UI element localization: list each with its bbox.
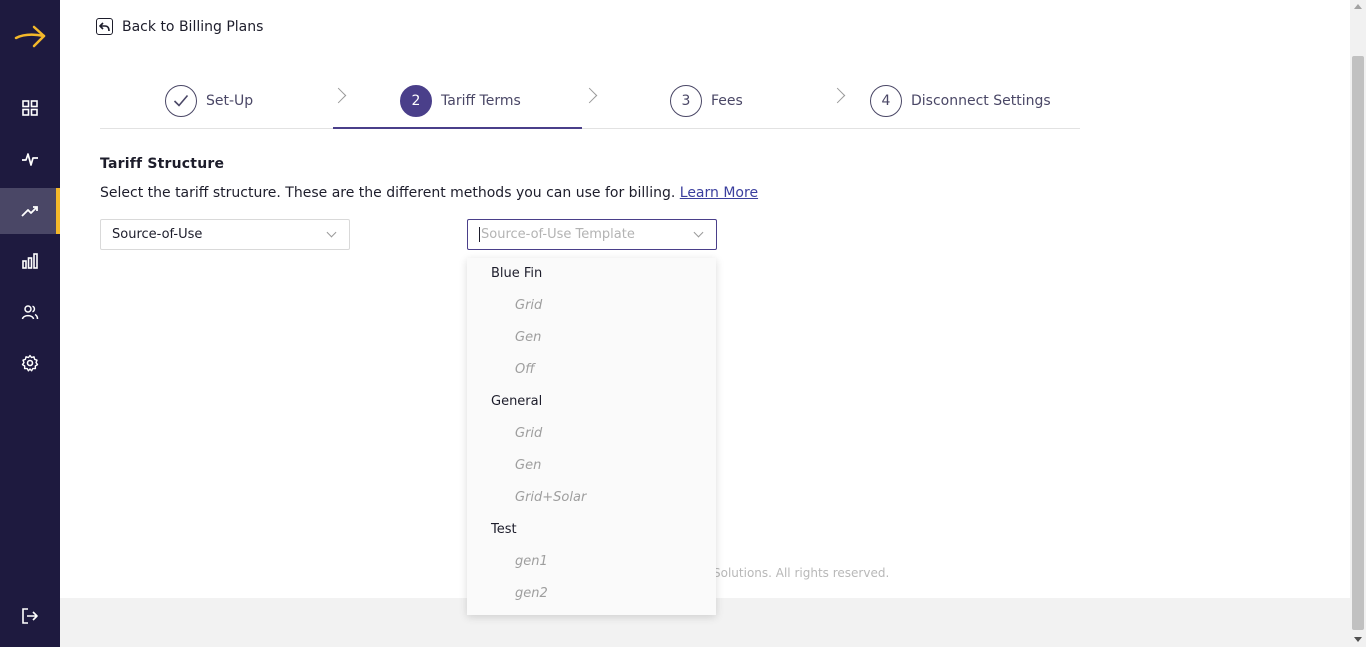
copyright-text: Solutions. All rights reserved. bbox=[713, 566, 890, 580]
grid-icon bbox=[22, 100, 38, 116]
back-link-label: Back to Billing Plans bbox=[122, 18, 264, 35]
option-group-label: General bbox=[491, 394, 543, 409]
check-icon bbox=[165, 85, 197, 117]
step-label: Disconnect Settings bbox=[911, 93, 1051, 109]
learn-more-link[interactable]: Learn More bbox=[680, 185, 758, 201]
dropdown-option[interactable]: Off bbox=[467, 354, 716, 386]
sidebar-item-activity[interactable] bbox=[0, 136, 60, 182]
section-title: Tariff Structure bbox=[100, 156, 225, 172]
step-tariff-terms[interactable]: 2 Tariff Terms bbox=[400, 85, 521, 117]
step-set-up[interactable]: Set-Up bbox=[165, 85, 253, 117]
sidebar-item-dashboard[interactable] bbox=[0, 85, 60, 131]
step-disconnect-settings[interactable]: 4 Disconnect Settings bbox=[870, 85, 1051, 117]
step-label: Set-Up bbox=[206, 93, 254, 109]
scroll-thumb[interactable] bbox=[1352, 56, 1364, 630]
section-description: Select the tariff structure. These are t… bbox=[100, 185, 758, 201]
gear-icon bbox=[21, 354, 39, 372]
option-group-label: Test bbox=[491, 522, 517, 537]
logout-icon bbox=[22, 608, 38, 624]
dropdown-option[interactable]: gen1 bbox=[467, 546, 716, 578]
step-number: 2 bbox=[400, 85, 432, 117]
description-text: Select the tariff structure. These are t… bbox=[100, 185, 676, 201]
dropdown-option[interactable]: Gen bbox=[467, 322, 716, 354]
trending-up-icon bbox=[21, 206, 38, 217]
template-placeholder: Source-of-Use Template bbox=[481, 227, 635, 242]
dropdown-option[interactable]: Grid+Solar bbox=[467, 482, 716, 514]
sidebar-item-settings[interactable] bbox=[0, 340, 60, 386]
stepper: Set-Up 2 Tariff Terms 3 Fees 4 Disconnec… bbox=[100, 80, 1080, 129]
bar-chart-icon bbox=[22, 253, 38, 269]
dropdown-option[interactable]: Grid bbox=[467, 290, 716, 322]
sidebar-item-billing[interactable] bbox=[0, 188, 60, 234]
dropdown-option[interactable]: Gen bbox=[467, 450, 716, 482]
sidebar-item-users[interactable] bbox=[0, 289, 60, 335]
sidebar-item-reports[interactable] bbox=[0, 238, 60, 284]
dropdown-option[interactable]: Grid bbox=[467, 418, 716, 450]
step-label: Tariff Terms bbox=[441, 93, 521, 109]
tariff-structure-select[interactable]: Source-of-Use bbox=[100, 219, 350, 250]
tariff-template-select[interactable]: Source-of-Use Template bbox=[467, 219, 717, 250]
back-to-billing-plans-link[interactable]: Back to Billing Plans bbox=[96, 18, 263, 35]
step-number: 3 bbox=[670, 85, 702, 117]
arrow-logo-icon[interactable] bbox=[12, 22, 48, 52]
chevron-right-icon bbox=[581, 87, 598, 104]
pulse-icon bbox=[22, 153, 38, 166]
selected-value: Source-of-Use bbox=[112, 227, 203, 242]
page-scrollbar[interactable] bbox=[1350, 0, 1366, 647]
text-cursor bbox=[479, 227, 480, 242]
back-arrow-icon bbox=[96, 18, 113, 35]
chevron-right-icon bbox=[330, 87, 347, 104]
chevron-right-icon bbox=[829, 87, 846, 104]
scroll-up-icon[interactable] bbox=[1354, 4, 1362, 9]
active-step-indicator bbox=[333, 127, 582, 129]
step-fees[interactable]: 3 Fees bbox=[670, 85, 743, 117]
step-label: Fees bbox=[711, 93, 743, 109]
logout-button[interactable] bbox=[0, 593, 60, 639]
option-group-label: Blue Fin bbox=[491, 266, 543, 281]
sidebar bbox=[0, 0, 60, 647]
step-number: 4 bbox=[870, 85, 902, 117]
template-dropdown-menu: Blue Fin Grid Gen Off General Grid Gen G… bbox=[467, 258, 716, 615]
chevron-down-icon bbox=[326, 227, 337, 238]
users-icon bbox=[21, 305, 39, 320]
dropdown-option[interactable]: gen2 bbox=[467, 578, 716, 610]
chevron-down-icon bbox=[693, 227, 704, 238]
scroll-down-icon[interactable] bbox=[1354, 637, 1362, 642]
